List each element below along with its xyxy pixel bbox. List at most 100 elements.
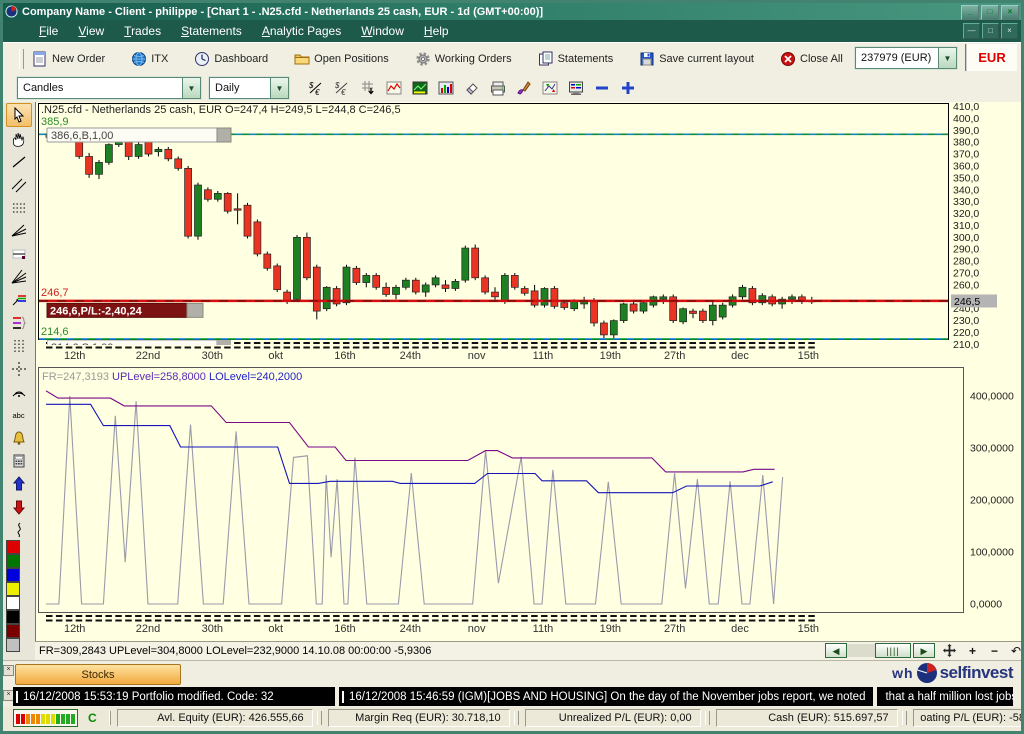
toolbar-grip[interactable] xyxy=(19,49,24,69)
price-currency-button[interactable]: $€ xyxy=(304,77,328,99)
toolbar-close-all[interactable]: Close All xyxy=(780,51,843,67)
toolbar-new-order[interactable]: New Order xyxy=(32,51,105,67)
svg-text:320,0: 320,0 xyxy=(953,208,979,220)
price-percent-button[interactable]: $€ xyxy=(330,77,354,99)
minimize-button[interactable]: _ xyxy=(961,5,979,20)
chevron-down-icon[interactable]: ▼ xyxy=(270,78,288,98)
close-icon[interactable]: × xyxy=(3,665,14,676)
scroll-left-button[interactable]: ◀ xyxy=(825,643,847,658)
palette-color[interactable] xyxy=(6,638,20,652)
palette-color[interactable] xyxy=(6,554,20,568)
menu-analytic-pages[interactable]: Analytic Pages xyxy=(252,21,351,41)
chart-area[interactable]: .N25.cfd - Netherlands 25 cash, EUR O=24… xyxy=(35,102,1022,641)
toolbar-itx[interactable]: ITX xyxy=(131,51,168,67)
svg-text:214,6: 214,6 xyxy=(41,326,69,338)
chart-image-button[interactable] xyxy=(408,77,432,99)
svg-text:300,0: 300,0 xyxy=(953,232,979,244)
menu-view[interactable]: View xyxy=(68,21,114,41)
toolbar-statements[interactable]: Statements xyxy=(538,51,614,67)
tool-trendline-button[interactable] xyxy=(7,151,31,173)
quote-board-button[interactable] xyxy=(564,77,588,99)
svg-text:12th: 12th xyxy=(64,623,85,635)
menu-file[interactable]: File xyxy=(29,21,68,41)
mdi-minimize-button[interactable]: — xyxy=(963,23,980,39)
menu-statements[interactable]: Statements xyxy=(171,21,252,41)
scrollbar-thumb[interactable]: |||| xyxy=(875,643,911,658)
brush-button[interactable] xyxy=(512,77,536,99)
series-type-select[interactable]: Candles ▼ xyxy=(17,77,201,99)
currency-button[interactable]: EUR xyxy=(965,44,1017,71)
tool-freehand-button[interactable] xyxy=(7,519,31,541)
svg-text:dec: dec xyxy=(731,623,749,635)
svg-text:22nd: 22nd xyxy=(136,350,160,362)
mdi-close-button[interactable]: × xyxy=(1001,23,1018,39)
indicator-chart[interactable]: FR=247,3193 UPLevel=258,8000 LOLevel=240… xyxy=(36,364,1022,641)
zoom-out-icon[interactable]: − xyxy=(991,644,998,658)
tool-vertical-grid-button[interactable] xyxy=(7,335,31,357)
tool-arrow-down-button[interactable] xyxy=(7,496,31,518)
palette-color[interactable] xyxy=(6,596,20,610)
alert-bell xyxy=(11,430,27,446)
fan-lines xyxy=(11,223,27,239)
printer-icon xyxy=(490,80,506,96)
eraser-button[interactable] xyxy=(460,77,484,99)
close-button[interactable]: × xyxy=(1001,5,1019,20)
palette-color[interactable] xyxy=(6,624,20,638)
tool-dotted-grid-button[interactable] xyxy=(7,197,31,219)
printer-button[interactable] xyxy=(486,77,510,99)
toolbar-working-orders[interactable]: Working Orders xyxy=(415,51,512,67)
tool-hand-button[interactable] xyxy=(7,128,31,150)
scrollbar-track[interactable] xyxy=(847,644,875,657)
histogram-button[interactable] xyxy=(434,77,458,99)
zoom-in-icon[interactable]: + xyxy=(969,644,976,658)
line-chart-button[interactable] xyxy=(382,77,406,99)
palette-color[interactable] xyxy=(6,540,20,554)
palette-color[interactable] xyxy=(6,610,20,624)
tool-fibonacci-brace-button[interactable] xyxy=(7,312,31,334)
chart-arrows-button[interactable] xyxy=(538,77,562,99)
palette-color[interactable] xyxy=(6,582,20,596)
zoom-in-button[interactable] xyxy=(616,77,640,99)
zoom-out-button[interactable] xyxy=(590,77,614,99)
pan-icon[interactable] xyxy=(943,644,956,660)
menu-window[interactable]: Window xyxy=(351,21,414,41)
tool-arcs-button[interactable] xyxy=(7,381,31,403)
title-bar[interactable]: Company Name - Client - philippe - [Char… xyxy=(3,3,1021,20)
grid-button[interactable] xyxy=(356,77,380,99)
account-selector[interactable]: 237979 (EUR) ▼ xyxy=(855,47,957,69)
tool-fan-lines-button[interactable] xyxy=(7,220,31,242)
chevron-down-icon[interactable]: ▼ xyxy=(182,78,200,98)
toolbar-label: Close All xyxy=(800,53,843,65)
period-select[interactable]: Daily ▼ xyxy=(209,77,289,99)
meter-bar xyxy=(46,714,50,724)
tool-text-abc-button[interactable]: abc xyxy=(7,404,31,426)
restore-button[interactable]: □ xyxy=(981,5,999,20)
mdi-restore-button[interactable]: □ xyxy=(982,23,999,39)
gear-icon xyxy=(415,51,431,67)
tool-alert-bell-button[interactable] xyxy=(7,427,31,449)
tab-stocks[interactable]: Stocks xyxy=(15,664,181,685)
tool-parallel-lines-button[interactable] xyxy=(7,174,31,196)
tool-crosshair-button[interactable] xyxy=(7,358,31,380)
svg-text:330,0: 330,0 xyxy=(953,196,979,208)
chevron-down-icon[interactable]: ▼ xyxy=(938,48,956,68)
palette-color[interactable] xyxy=(6,568,20,582)
tool-cursor-button[interactable] xyxy=(6,103,32,127)
scroll-right-button[interactable]: ▶ xyxy=(913,643,935,658)
toolbar-save-current-layout[interactable]: Save current layout xyxy=(639,51,754,67)
tool-speed-lines-button[interactable] xyxy=(7,266,31,288)
undo-icon[interactable]: ↶ xyxy=(1011,644,1021,658)
vertical-grid xyxy=(11,338,27,354)
price-chart[interactable]: .N25.cfd - Netherlands 25 cash, EUR O=24… xyxy=(36,102,1022,364)
toolbar-open-positions[interactable]: Open Positions xyxy=(294,51,389,67)
tool-colored-trend-button[interactable] xyxy=(7,289,31,311)
svg-text:27th: 27th xyxy=(664,350,685,362)
menu-help[interactable]: Help xyxy=(414,21,459,41)
tool-arrow-up-button[interactable] xyxy=(7,473,31,495)
toolbar-dashboard[interactable]: Dashboard xyxy=(194,51,268,67)
menu-trades[interactable]: Trades xyxy=(114,21,171,41)
tool-calculator-button[interactable] xyxy=(7,450,31,472)
meter-bar xyxy=(51,714,55,724)
news-headline: 16/12/2008 15:46:59 (IGM)[JOBS AND HOUSI… xyxy=(349,691,865,703)
tool-horizontal-line-button[interactable] xyxy=(7,243,31,265)
